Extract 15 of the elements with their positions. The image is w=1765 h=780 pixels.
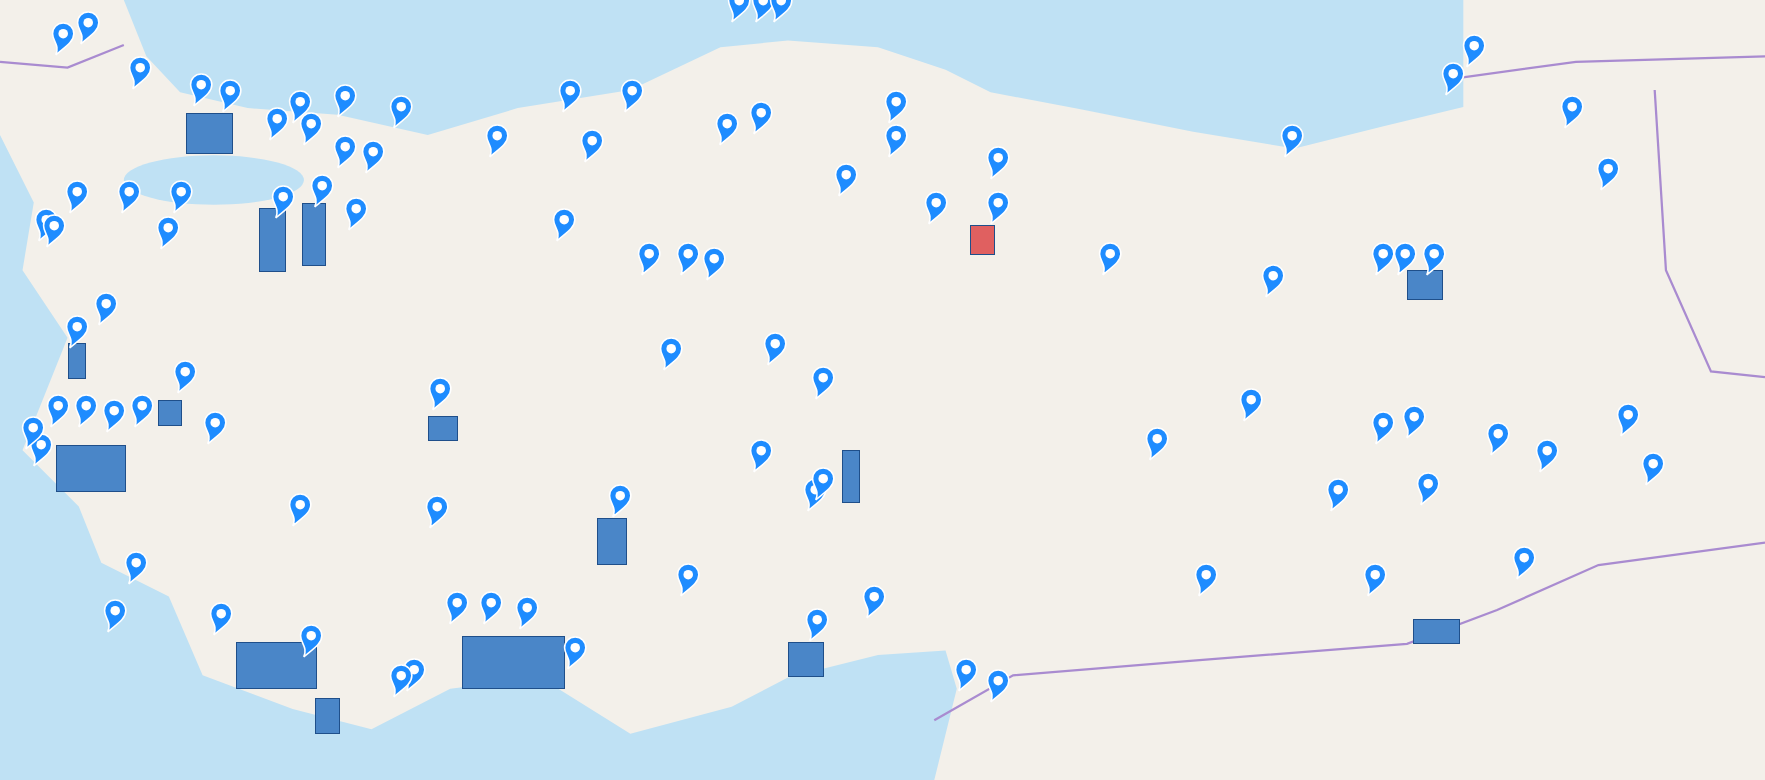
area-polygon[interactable]	[970, 225, 995, 256]
area-polygon[interactable]	[427, 416, 458, 441]
map-pin-icon[interactable]	[563, 635, 588, 670]
area-polygon[interactable]	[185, 112, 233, 154]
map-pin-icon[interactable]	[1393, 241, 1418, 276]
area-polygon[interactable]	[461, 635, 565, 689]
map-pin-icon[interactable]	[1422, 241, 1447, 276]
map-pin-icon[interactable]	[310, 174, 335, 209]
area-polygon[interactable]	[56, 444, 126, 492]
area-polygon[interactable]	[1407, 270, 1443, 301]
map-pin-icon[interactable]	[65, 314, 89, 349]
area-polygon[interactable]	[315, 697, 340, 734]
area-polygon[interactable]	[236, 641, 318, 689]
map-pin-icon[interactable]	[299, 624, 324, 659]
map-pin-icon[interactable]	[271, 185, 295, 220]
